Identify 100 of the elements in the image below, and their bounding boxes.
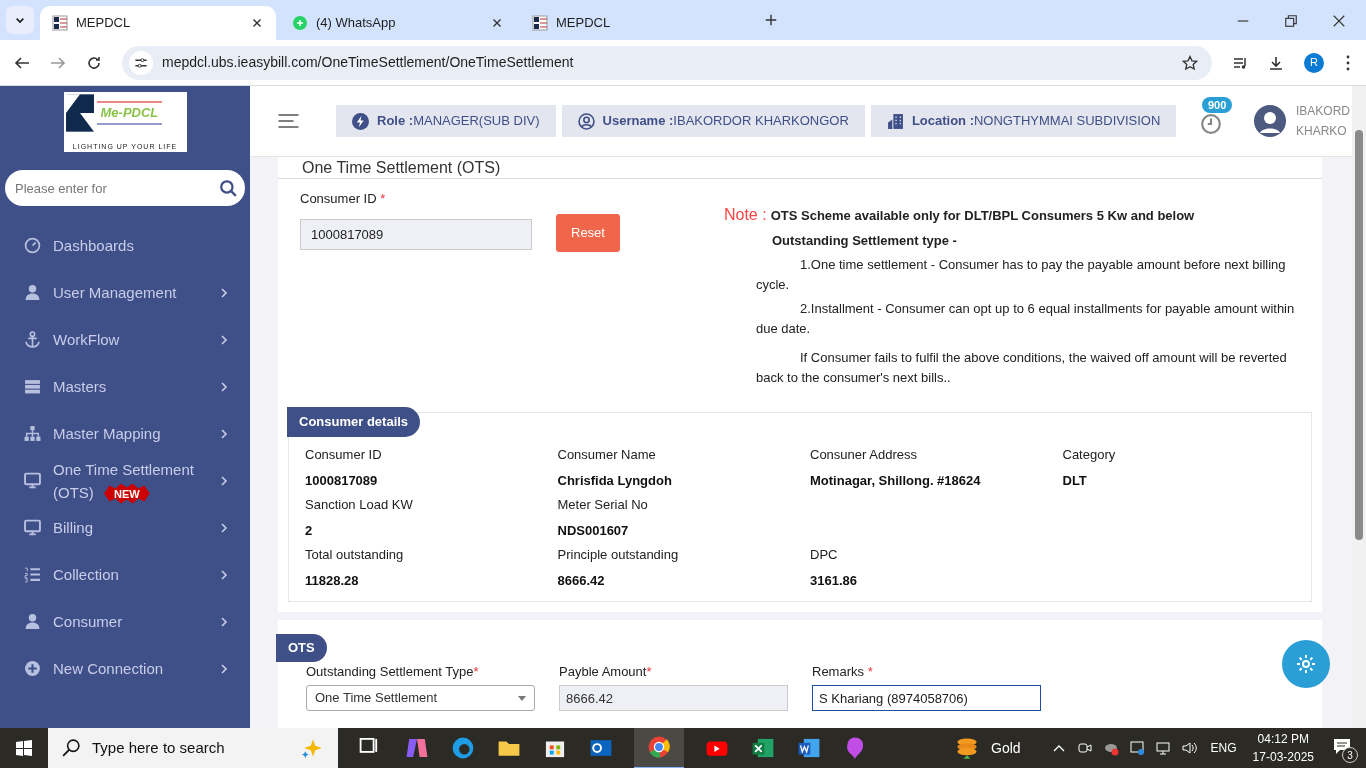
chat-icon bbox=[292, 15, 308, 31]
chevron-icon bbox=[220, 334, 228, 345]
browser-tab[interactable]: (4) WhatsApp bbox=[280, 6, 516, 40]
anchor-icon bbox=[24, 331, 41, 348]
detail-value: 11828.28 bbox=[305, 571, 360, 590]
sidebar-item[interactable]: Master Mapping bbox=[0, 410, 250, 457]
chevron-icon bbox=[220, 569, 228, 580]
site-settings-icon[interactable] bbox=[128, 49, 154, 76]
restore-icon[interactable] bbox=[1284, 14, 1298, 28]
field-label: Outstanding Settlement Type* bbox=[306, 662, 480, 681]
avatar-icon[interactable] bbox=[1254, 105, 1286, 137]
field-label: Consumer ID * bbox=[300, 190, 387, 208]
sidebar-item[interactable]: Collection bbox=[0, 551, 250, 598]
note-paragraph: 1.One time settlement - Consumer has to pay the payable amount before next billing cycle. bbox=[755, 255, 1287, 294]
sidebar-item[interactable]: One Time Settlement (OTS) NEW bbox=[0, 457, 250, 504]
download-icon[interactable] bbox=[1268, 54, 1284, 71]
notification-count: 3 bbox=[1342, 747, 1358, 763]
new-tab-icon[interactable] bbox=[764, 13, 778, 27]
sidebar-item[interactable]: Billing bbox=[0, 504, 250, 551]
browser-icon[interactable] bbox=[450, 735, 476, 761]
server-icon bbox=[24, 378, 41, 395]
chevron-icon bbox=[220, 287, 228, 298]
field-label: Payble Amount* bbox=[559, 662, 653, 681]
notification-count: 900 bbox=[1202, 97, 1233, 113]
sidebar-item[interactable]: User Management bbox=[0, 269, 250, 316]
detail-label: Consumer ID bbox=[305, 445, 383, 464]
chevron-icon bbox=[220, 616, 228, 627]
tab-title: MEPDCL bbox=[76, 14, 132, 33]
sidebar-item[interactable]: Consumer bbox=[0, 598, 250, 645]
detail-label: Consuner Address bbox=[810, 445, 918, 464]
detail-value: Chrisfida Lyngdoh bbox=[557, 471, 673, 490]
detail-value: 3161.86 bbox=[810, 571, 858, 590]
menu-icon[interactable] bbox=[278, 114, 299, 128]
note-heading: OTS Scheme available only for DLT/BPL Consumers 5 Kw and below bbox=[770, 207, 1195, 225]
sidebar-item[interactable]: WorkFlow bbox=[0, 316, 250, 363]
search-field[interactable]: Please enter for bbox=[5, 170, 245, 206]
chevron-icon bbox=[220, 522, 228, 533]
chip-value: NONGTHYMMAI SUBDIVISION bbox=[974, 112, 1161, 131]
sidebar-item[interactable]: Dashboards bbox=[0, 222, 250, 269]
sidebar-item[interactable]: Masters bbox=[0, 363, 250, 410]
volume-icon[interactable] bbox=[1180, 740, 1197, 756]
reload-icon[interactable] bbox=[86, 54, 102, 71]
language-indicator[interactable]: ENG bbox=[1210, 739, 1237, 757]
scrollbar-thumb[interactable] bbox=[1355, 130, 1363, 540]
note-paragraph: 2.Installment - Consumer can opt up to 6 equal installments for payable amount within due date. bbox=[755, 299, 1296, 338]
camera-icon[interactable] bbox=[1076, 740, 1093, 756]
section-title: Consumer details bbox=[287, 406, 421, 437]
settlement-type-dropdown[interactable]: One Time Settlement bbox=[306, 685, 535, 711]
tab-title: (4) WhatsApp bbox=[316, 14, 397, 33]
chip-value: IBAKORDOR KHARKONGOR bbox=[673, 112, 849, 131]
building-icon bbox=[886, 112, 904, 130]
coins-icon[interactable] bbox=[955, 736, 979, 760]
monitor-icon bbox=[24, 519, 41, 536]
back-icon[interactable] bbox=[14, 54, 30, 71]
consumer-id-field[interactable]: 1000817089 bbox=[300, 218, 532, 250]
tab-list-icon[interactable] bbox=[6, 6, 34, 34]
payable-amount-field[interactable]: 8666.42 bbox=[559, 685, 788, 711]
detail-label: Total outstanding bbox=[305, 545, 405, 564]
tab-title: MEPDCL bbox=[556, 14, 612, 33]
section-title: OTS bbox=[276, 633, 327, 662]
forward-icon[interactable] bbox=[50, 54, 66, 71]
star-icon[interactable] bbox=[1182, 54, 1198, 71]
user-name: KHARKO bbox=[1296, 123, 1348, 140]
dropdown-caret-icon bbox=[518, 695, 526, 701]
gauge-icon bbox=[24, 237, 41, 254]
scrollbar[interactable] bbox=[1352, 86, 1366, 728]
numbered-list-icon bbox=[24, 566, 41, 583]
chip-label: Role : bbox=[377, 112, 414, 131]
more-icon[interactable] bbox=[1344, 54, 1352, 71]
display-icon[interactable] bbox=[1128, 740, 1145, 756]
sidebar-item[interactable]: New Connection bbox=[0, 645, 250, 692]
detail-label: Meter Serial No bbox=[557, 495, 649, 514]
address-bar[interactable]: mepdcl.ubs.ieasybill.com/OneTimeSettlement/OneTimeSettlement bbox=[122, 45, 1212, 80]
note-paragraph: If Consumer fails to fulfil the above conditions, the waived off amount will be reverted back to the consumer's next bills.. bbox=[755, 348, 1288, 387]
logo-name: Me-PDCL bbox=[96, 101, 163, 125]
note-subheading: Outstanding Settlement type - bbox=[771, 232, 958, 250]
detail-value: 1000817089 bbox=[305, 471, 379, 490]
chip-label: Location : bbox=[911, 112, 974, 131]
windows-icon[interactable] bbox=[16, 740, 32, 756]
user-icon bbox=[24, 284, 41, 301]
browser-tab[interactable]: MEPDCL bbox=[520, 6, 756, 40]
search-icon[interactable] bbox=[219, 179, 237, 197]
browser-tab[interactable]: MEPDCL bbox=[40, 6, 276, 40]
profile-avatar[interactable]: R bbox=[1304, 52, 1324, 73]
weather-text[interactable]: Gold bbox=[991, 737, 1021, 759]
new-badge: NEW bbox=[104, 483, 150, 504]
user-name: IBAKORD bbox=[1296, 103, 1350, 120]
detail-label: Consumer Name bbox=[557, 445, 657, 464]
network-icon[interactable] bbox=[1154, 740, 1171, 756]
detail-label: Principle outstanding bbox=[557, 545, 680, 564]
taskbar-search[interactable]: Type here to search bbox=[48, 728, 338, 768]
remarks-field[interactable]: S Khariang (8974058706) bbox=[812, 685, 1041, 711]
detail-label: Sanction Load KW bbox=[305, 495, 414, 514]
settings-icon bbox=[1296, 654, 1316, 674]
required-mark: * bbox=[646, 663, 652, 679]
close-icon[interactable] bbox=[1332, 14, 1346, 28]
plus-circle-icon bbox=[24, 660, 41, 677]
required-mark: * bbox=[380, 191, 386, 206]
clock[interactable]: 04:12 PM 17-03-2025 bbox=[1252, 730, 1314, 766]
clock-icon[interactable] bbox=[1200, 113, 1222, 135]
